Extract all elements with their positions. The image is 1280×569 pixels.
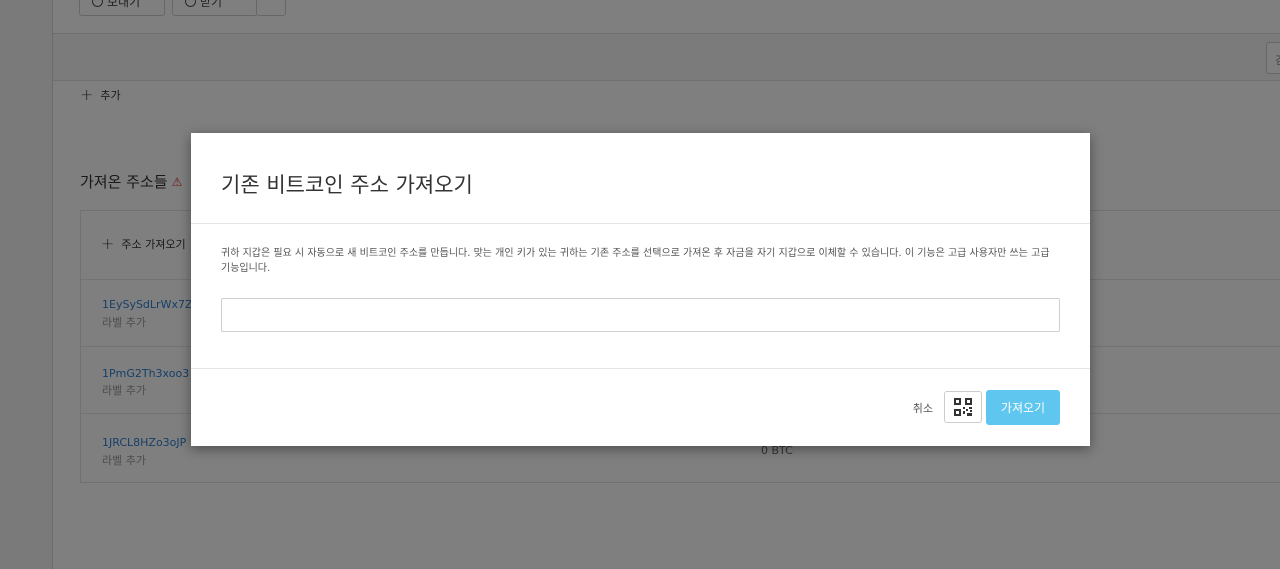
qr-code-icon (954, 398, 972, 416)
modal-body: 귀하 지갑은 필요 시 자동으로 새 비트코인 주소를 만듭니다. 맞는 개인 … (191, 224, 1090, 369)
modal-footer: 취소 가져오기 (191, 369, 1090, 445)
modal-title: 기존 비트코인 주소 가져오기 (221, 173, 473, 197)
modal-description: 귀하 지갑은 필요 시 자동으로 새 비트코인 주소를 만듭니다. 맞는 개인 … (221, 248, 1050, 274)
import-button[interactable]: 가져오기 (986, 390, 1060, 425)
address-input[interactable] (221, 298, 1060, 332)
modal-header: 기존 비트코인 주소 가져오기 (191, 133, 1090, 224)
import-address-modal: 기존 비트코인 주소 가져오기 귀하 지갑은 필요 시 자동으로 새 비트코인 … (191, 133, 1090, 446)
cancel-button[interactable]: 취소 (913, 400, 933, 416)
qr-scan-button[interactable] (944, 391, 982, 423)
